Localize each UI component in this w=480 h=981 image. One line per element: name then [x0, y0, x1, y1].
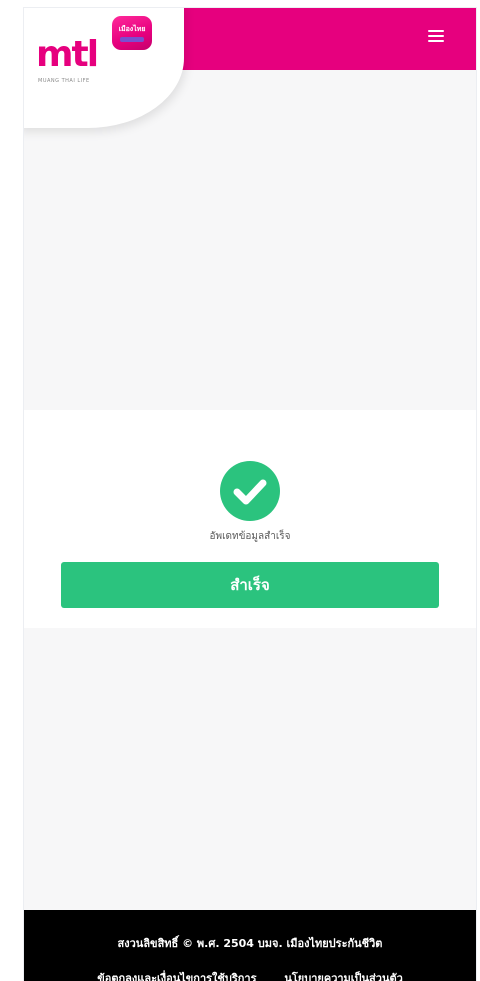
page-frame: mtl เมืองไทย MUANG THAI LIFE อัพเดทข้อมู… — [24, 8, 476, 981]
check-circle-icon — [220, 461, 280, 521]
privacy-link[interactable]: นโยบายความเป็นส่วนตัว — [284, 972, 402, 981]
logo-badge-text: เมืองไทย — [118, 24, 146, 33]
logo-text: mtl — [36, 34, 99, 75]
logo-badge-icon: เมืองไทย — [112, 16, 152, 50]
footer-copyright: สงวนลิขสิทธิ์ © พ.ศ. 2504 บมจ. เมืองไทยป… — [117, 937, 383, 950]
footer: สงวนลิขสิทธิ์ © พ.ศ. 2504 บมจ. เมืองไทยป… — [24, 910, 476, 981]
logo-badge-stripe — [120, 36, 144, 42]
done-button[interactable]: สำเร็จ — [61, 562, 439, 608]
terms-link[interactable]: ข้อตกลงและเงื่อนไขการใช้บริการ — [97, 972, 256, 981]
result-card: อัพเดทข้อมูลสำเร็จ สำเร็จ — [24, 410, 476, 628]
logo-container[interactable]: mtl เมืองไทย MUANG THAI LIFE — [24, 8, 184, 128]
result-message: อัพเดทข้อมูลสำเร็จ — [209, 531, 291, 542]
hamburger-menu-icon[interactable] — [428, 30, 444, 42]
logo-subtitle: MUANG THAI LIFE — [38, 78, 90, 84]
footer-links: ข้อตกลงและเงื่อนไขการใช้บริการ นโยบายควา… — [24, 969, 476, 981]
